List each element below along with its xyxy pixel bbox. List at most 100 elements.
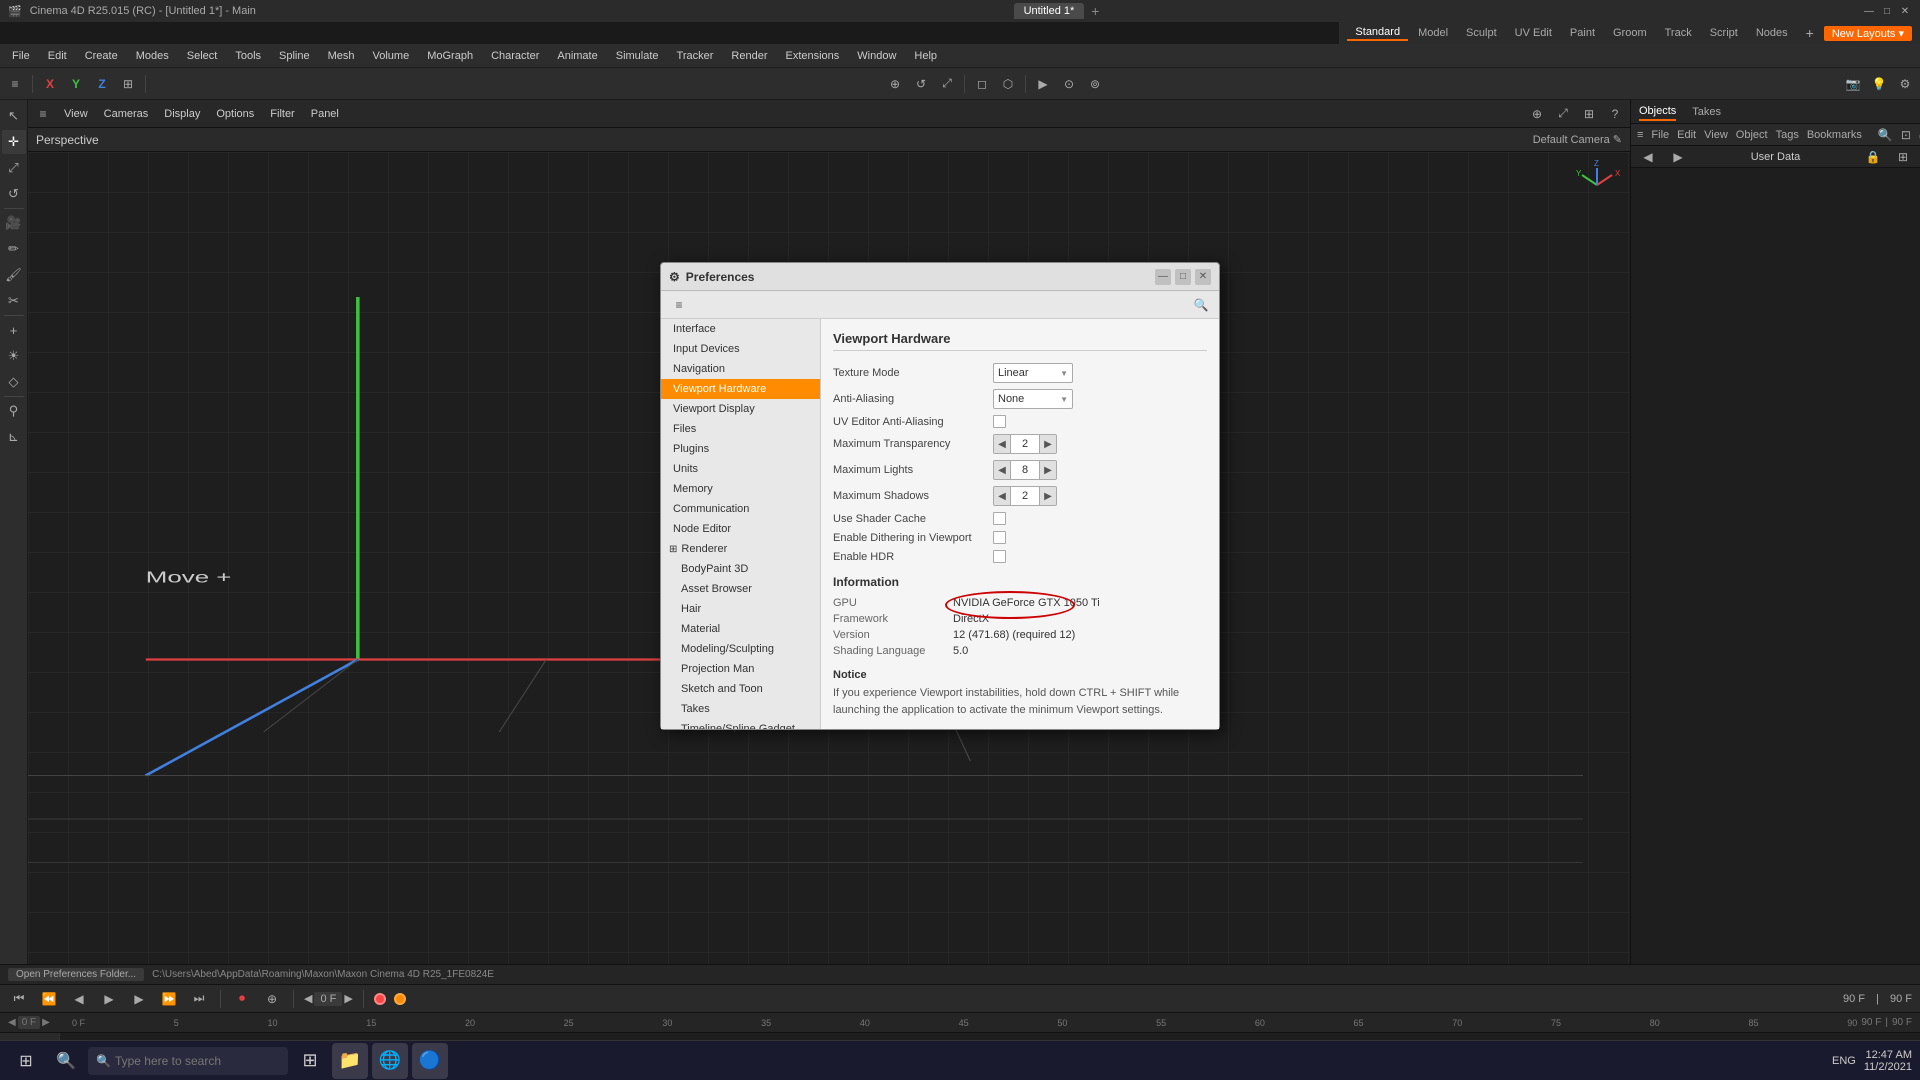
layout-tab-sculpt[interactable]: Sculpt	[1458, 26, 1505, 40]
panel-tab-objects[interactable]: Objects	[1639, 103, 1676, 121]
toolbar-move-icon[interactable]: ⊕	[884, 73, 906, 95]
menu-select[interactable]: Select	[179, 48, 226, 64]
tool-rotate[interactable]: ↺	[2, 182, 26, 206]
tool-scale[interactable]: ⤢	[2, 156, 26, 180]
menu-render[interactable]: Render	[723, 48, 775, 64]
pref-nav-timeline-spline[interactable]: Timeline/Spline Gadget	[661, 719, 820, 729]
toolbar-rotate-icon[interactable]: ↺	[910, 73, 932, 95]
menu-volume[interactable]: Volume	[365, 48, 418, 64]
menu-window[interactable]: Window	[849, 48, 904, 64]
open-pref-folder-btn[interactable]: Open Preferences Folder...	[8, 968, 144, 981]
transport-start[interactable]: ⏮	[8, 988, 30, 1010]
menu-mograph[interactable]: MoGraph	[419, 48, 481, 64]
pref-nav-files[interactable]: Files	[661, 419, 820, 439]
rp-fwd-icon[interactable]: ▶	[1667, 146, 1689, 168]
pref-nav-memory[interactable]: Memory	[661, 479, 820, 499]
pref-nav-viewport-display[interactable]: Viewport Display	[661, 399, 820, 419]
close-btn[interactable]: ✕	[1898, 4, 1912, 18]
toolbar-camera-icon[interactable]: 📷	[1842, 73, 1864, 95]
layout-tab-model[interactable]: Model	[1410, 26, 1456, 40]
tl-frame-val[interactable]: 0 F	[18, 1016, 40, 1029]
pref-nav-interface[interactable]: Interface	[661, 319, 820, 339]
pref-hdr-checkbox[interactable]	[993, 550, 1006, 563]
rp-layout-icon[interactable]: ⊞	[1892, 146, 1914, 168]
minimize-btn[interactable]: —	[1862, 4, 1876, 18]
layout-add-icon[interactable]: +	[1806, 25, 1814, 41]
vp-menu-icon[interactable]: ≡	[32, 103, 54, 125]
rp-view[interactable]: View	[1704, 129, 1728, 141]
transport-record-icon[interactable]: ⏺	[231, 988, 253, 1010]
layout-tab-script[interactable]: Script	[1702, 26, 1746, 40]
pref-nav-node-editor[interactable]: Node Editor	[661, 519, 820, 539]
panel-tab-takes[interactable]: Takes	[1692, 104, 1721, 120]
layout-tab-groom[interactable]: Groom	[1605, 26, 1655, 40]
transport-prev-key[interactable]: ⏪	[38, 988, 60, 1010]
vp-options[interactable]: Options	[210, 106, 260, 122]
layout-tab-uv[interactable]: UV Edit	[1507, 26, 1560, 40]
menu-help[interactable]: Help	[906, 48, 945, 64]
new-layouts-btn[interactable]: New Layouts ▾	[1824, 26, 1912, 41]
tool-knife[interactable]: ✂	[2, 289, 26, 313]
pref-max-shadows-inc[interactable]: ▶	[1040, 486, 1056, 506]
menu-create[interactable]: Create	[77, 48, 126, 64]
pref-nav-input-devices[interactable]: Input Devices	[661, 339, 820, 359]
pref-nav-modeling-sculpting[interactable]: Modeling/Sculpting	[661, 639, 820, 659]
toolbar-settings-icon[interactable]: ⚙	[1894, 73, 1916, 95]
frame-left-btn[interactable]: ◀	[304, 992, 312, 1005]
vp-view[interactable]: View	[58, 106, 94, 122]
pref-nav-takes[interactable]: Takes	[661, 699, 820, 719]
rp-back-icon[interactable]: ◀	[1637, 146, 1659, 168]
rp-menu-icon[interactable]: ≡	[1637, 124, 1643, 146]
tool-camera[interactable]: 🎥	[2, 211, 26, 235]
tab-add-btn[interactable]: +	[1086, 2, 1104, 20]
transport-prev-frame[interactable]: ◀	[68, 988, 90, 1010]
frame-right-btn[interactable]: ▶	[344, 992, 352, 1005]
pref-nav-renderer[interactable]: ⊞Renderer	[661, 539, 820, 559]
tool-move[interactable]: ✛	[2, 130, 26, 154]
toolbar-render3-icon[interactable]: ⊚	[1084, 73, 1106, 95]
layout-tab-paint[interactable]: Paint	[1562, 26, 1603, 40]
menu-character[interactable]: Character	[483, 48, 547, 64]
search-btn[interactable]: 🔍	[48, 1043, 84, 1079]
toolbar-z-icon[interactable]: Z	[91, 73, 113, 95]
tl-frame-left[interactable]: ◀	[8, 1017, 16, 1028]
pref-max-trans-dec[interactable]: ◀	[994, 434, 1010, 454]
rp-lock-icon[interactable]: 🔒	[1862, 146, 1884, 168]
vp-display[interactable]: Display	[158, 106, 206, 122]
toolbar-y-icon[interactable]: Y	[65, 73, 87, 95]
toolbar-snap-icon[interactable]: ⊞	[117, 73, 139, 95]
pref-maximize-btn[interactable]: □	[1175, 269, 1191, 285]
pref-max-trans-inc[interactable]: ▶	[1040, 434, 1056, 454]
pref-aa-select[interactable]: None ▼	[993, 389, 1073, 409]
tool-paint[interactable]: ✏	[2, 237, 26, 261]
toolbar-light-icon[interactable]: 💡	[1868, 73, 1890, 95]
maximize-btn[interactable]: □	[1880, 4, 1894, 18]
layout-tab-standard[interactable]: Standard	[1347, 25, 1408, 41]
vp-cameras[interactable]: Cameras	[98, 106, 155, 122]
transport-next-frame[interactable]: ▶	[128, 988, 150, 1010]
toolbar-x-icon[interactable]: X	[39, 73, 61, 95]
toolbar-select-icon[interactable]: ◻	[971, 73, 993, 95]
transport-next-key[interactable]: ⏩	[158, 988, 180, 1010]
pref-nav-hair[interactable]: Hair	[661, 599, 820, 619]
vp-enhance-icon[interactable]: ⊕	[1526, 103, 1548, 125]
transport-end[interactable]: ⏭	[188, 988, 210, 1010]
tool-sculpt[interactable]: 🖌	[2, 263, 26, 287]
vp-expand-icon[interactable]: ⤢	[1552, 103, 1574, 125]
pref-nav-sketch-toon[interactable]: Sketch and Toon	[661, 679, 820, 699]
menu-tools[interactable]: Tools	[227, 48, 269, 64]
menu-mesh[interactable]: Mesh	[320, 48, 363, 64]
pref-minimize-btn[interactable]: —	[1155, 269, 1171, 285]
menu-modes[interactable]: Modes	[128, 48, 177, 64]
pref-max-trans-val[interactable]: 2	[1010, 434, 1040, 454]
pref-nav-communication[interactable]: Communication	[661, 499, 820, 519]
current-frame[interactable]: 0 F	[314, 992, 342, 1006]
pref-max-shadows-dec[interactable]: ◀	[994, 486, 1010, 506]
vp-panel[interactable]: Panel	[305, 106, 345, 122]
transport-play[interactable]: ▶	[98, 988, 120, 1010]
start-btn[interactable]: ⊞	[8, 1043, 44, 1079]
rp-search-icon[interactable]: 🔍	[1878, 124, 1893, 146]
vp-filter[interactable]: Filter	[264, 106, 300, 122]
pref-max-lights-inc[interactable]: ▶	[1040, 460, 1056, 480]
pref-max-shadows-val[interactable]: 2	[1010, 486, 1040, 506]
